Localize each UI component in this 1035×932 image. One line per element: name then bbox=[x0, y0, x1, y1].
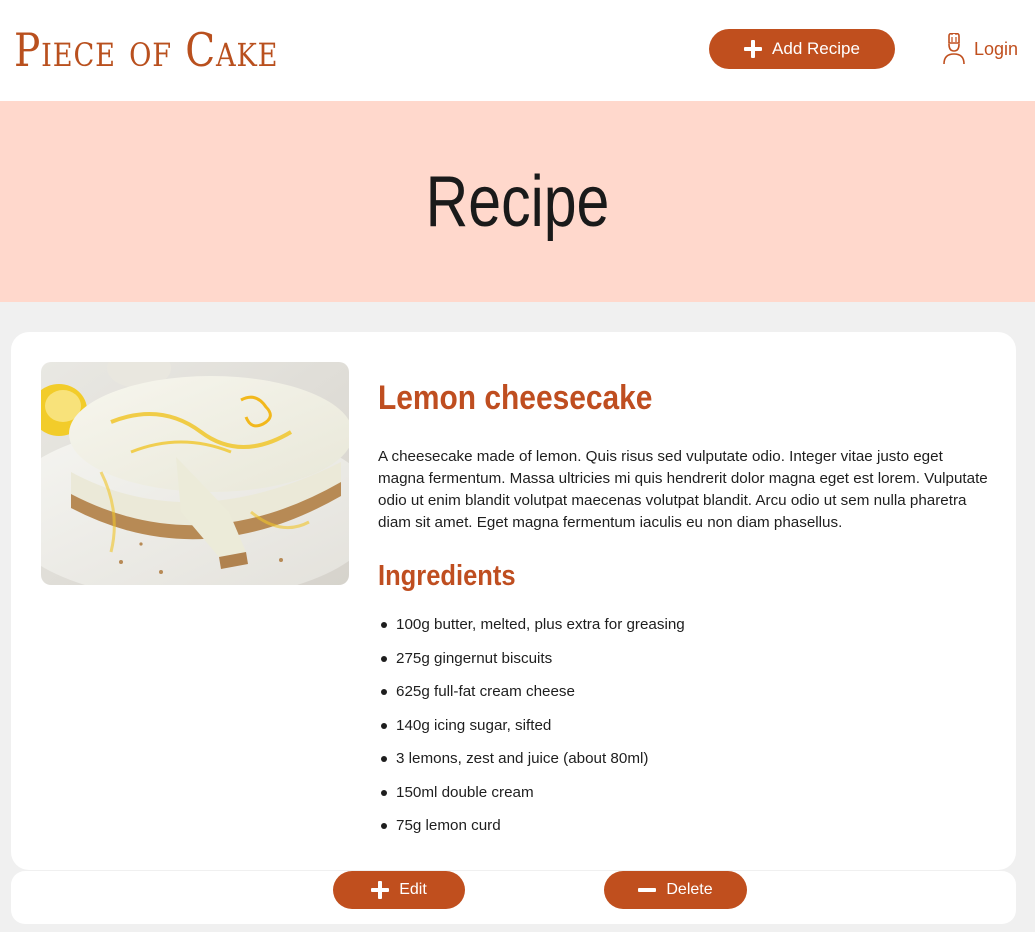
list-item: 275g gingernut biscuits bbox=[378, 642, 988, 676]
bullet-icon bbox=[381, 823, 387, 829]
ingredient-text: 3 lemons, zest and juice (about 80ml) bbox=[396, 750, 649, 767]
bullet-icon bbox=[381, 689, 387, 695]
page-title: Recipe bbox=[425, 162, 610, 242]
ingredient-text: 75g lemon curd bbox=[396, 817, 501, 834]
minus-icon bbox=[638, 881, 657, 899]
delete-button[interactable]: Delete bbox=[604, 871, 747, 909]
bullet-icon bbox=[381, 622, 387, 628]
list-item: 3 lemons, zest and juice (about 80ml) bbox=[378, 742, 988, 776]
ingredients-heading: Ingredients bbox=[378, 560, 516, 592]
bullet-icon bbox=[381, 789, 387, 796]
site-header: Piece of Cake Add Recipe Login bbox=[0, 0, 1035, 101]
ingredient-text: 150ml double cream bbox=[396, 783, 534, 801]
ingredient-text: 625g full-fat cream cheese bbox=[396, 683, 575, 700]
add-recipe-label: Add Recipe bbox=[772, 39, 860, 58]
plus-icon bbox=[371, 881, 390, 899]
edit-button[interactable]: Edit bbox=[333, 871, 465, 909]
recipe-actions-bar: Edit Delete bbox=[11, 871, 1016, 924]
recipe-content: Lemon cheesecake A cheesecake made of le… bbox=[378, 362, 988, 843]
list-item: 75g lemon curd bbox=[378, 809, 988, 843]
recipe-card: Lemon cheesecake A cheesecake made of le… bbox=[11, 332, 1016, 870]
recipe-title: Lemon cheesecake bbox=[378, 379, 653, 417]
bullet-icon bbox=[381, 655, 387, 662]
ingredient-text: 100g butter, melted, plus extra for grea… bbox=[396, 616, 685, 633]
recipe-description: A cheesecake made of lemon. Quis risus s… bbox=[378, 448, 988, 531]
bullet-icon bbox=[381, 756, 387, 762]
list-item: 625g full-fat cream cheese bbox=[378, 675, 988, 709]
ingredient-text: 140g icing sugar, sifted bbox=[396, 716, 552, 734]
add-recipe-button[interactable]: Add Recipe bbox=[709, 29, 895, 69]
ingredients-list: 100g butter, melted, plus extra for grea… bbox=[378, 608, 988, 843]
list-item: 100g butter, melted, plus extra for grea… bbox=[378, 608, 988, 642]
login-link[interactable]: Login bbox=[943, 32, 1018, 66]
site-logo[interactable]: Piece of Cake bbox=[14, 22, 278, 78]
recipe-image bbox=[41, 362, 349, 585]
plus-icon bbox=[744, 40, 763, 58]
login-label: Login bbox=[974, 38, 1019, 59]
delete-label: Delete bbox=[666, 881, 713, 898]
list-item: 140g icing sugar, sifted bbox=[378, 709, 988, 743]
chef-icon bbox=[943, 33, 965, 65]
ingredient-text: 275g gingernut biscuits bbox=[396, 649, 553, 667]
list-item: 150ml double cream bbox=[378, 776, 988, 810]
bullet-icon bbox=[381, 722, 387, 729]
hero-banner: Recipe bbox=[0, 101, 1035, 302]
edit-label: Edit bbox=[399, 881, 427, 898]
cheesecake-photo bbox=[41, 362, 349, 585]
